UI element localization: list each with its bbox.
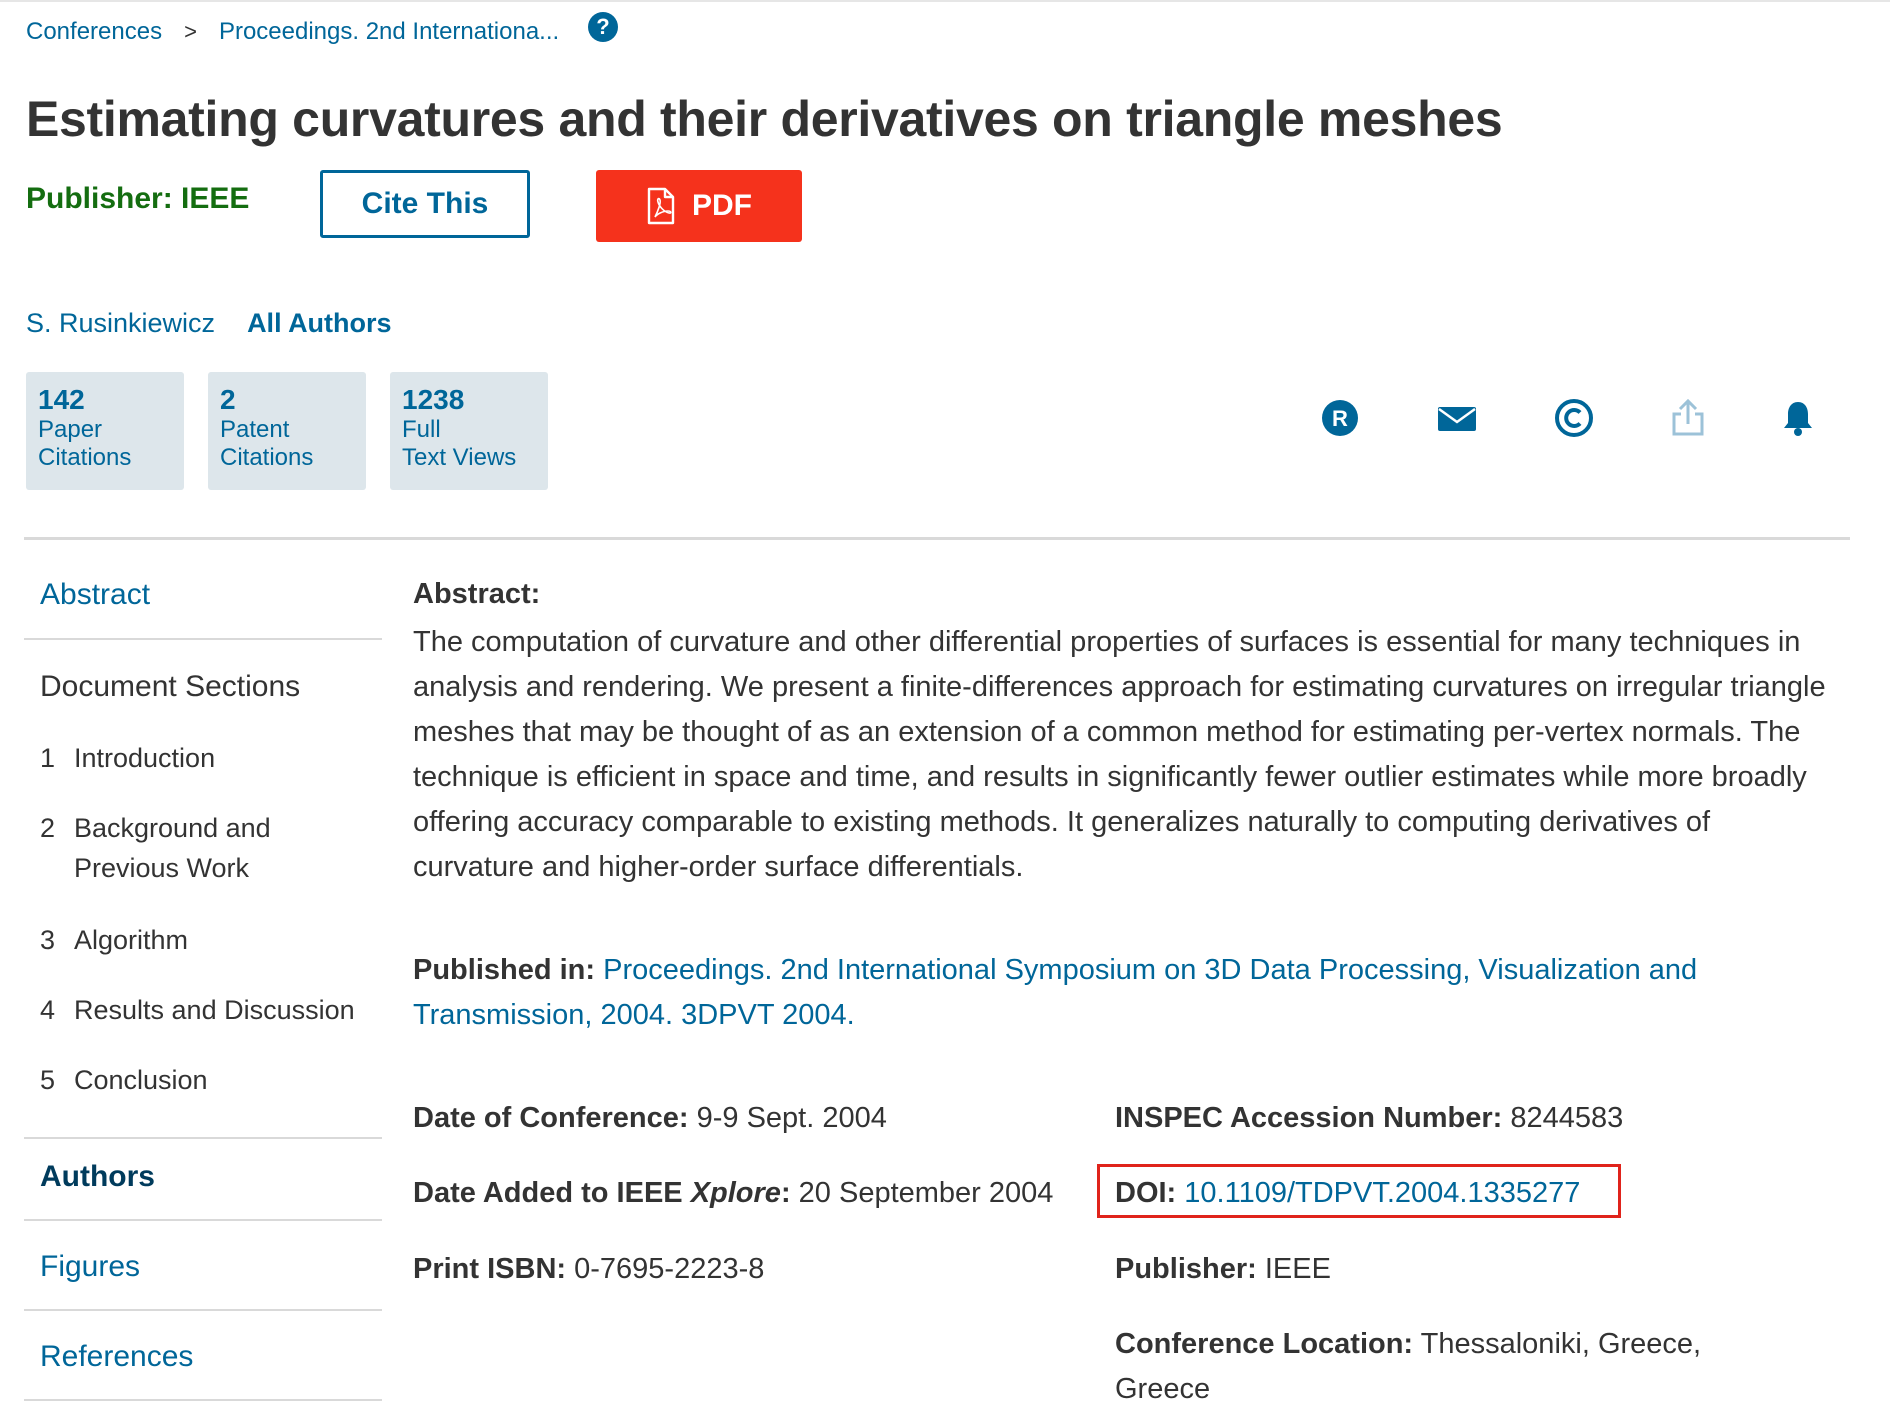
- date-added-to-xplore: Date Added to IEEE Xplore: 20 September …: [413, 1177, 1053, 1210]
- pdf-button[interactable]: PDF: [596, 170, 802, 242]
- section-title: Algorithm: [74, 925, 189, 955]
- pdf-file-icon: [647, 187, 675, 225]
- metric-patent-citations[interactable]: 2 Patent Citations: [208, 372, 366, 490]
- breadcrumb-separator: >: [184, 19, 197, 44]
- field-value: 0-7695-2223-8: [574, 1253, 765, 1285]
- field-label: INSPEC Accession Number:: [1115, 1102, 1503, 1134]
- metric-label-line2: Citations: [38, 444, 132, 471]
- section-title: Introduction: [74, 743, 216, 773]
- breadcrumb-proceedings[interactable]: Proceedings. 2nd Internationa...: [219, 18, 559, 46]
- copyright-icon[interactable]: [1554, 398, 1594, 438]
- metric-number: 1238: [402, 384, 465, 415]
- field-label: Conference Location:: [1115, 1328, 1414, 1360]
- section-number: 4: [40, 995, 56, 1025]
- section-title: Results and Discussion: [74, 995, 355, 1025]
- metrics-row: 142 Paper Citations 2 Patent Citations 1…: [26, 372, 548, 490]
- metric-number: 2: [220, 384, 236, 415]
- svg-text:R: R: [1332, 406, 1348, 431]
- sidebar-divider: [24, 1309, 382, 1311]
- sidebar-divider: [24, 1399, 382, 1401]
- field-value: IEEE: [1264, 1253, 1331, 1285]
- metric-label-line1: Full: [402, 416, 441, 443]
- sidebar-document-sections-heading: Document Sections: [40, 670, 301, 703]
- abstract-label: Abstract:: [413, 578, 541, 610]
- sidebar-figures-link[interactable]: Figures: [40, 1250, 140, 1284]
- breadcrumb-conferences[interactable]: Conferences: [26, 18, 162, 46]
- inspec-accession-number: INSPEC Accession Number: 8244583: [1115, 1102, 1623, 1135]
- question-circle-icon[interactable]: ?: [588, 12, 618, 42]
- email-icon[interactable]: [1436, 398, 1478, 438]
- pdf-button-label: PDF: [692, 189, 752, 222]
- metric-number: 142: [38, 384, 85, 415]
- sidebar-divider: [24, 638, 382, 640]
- sidebar-section-background[interactable]: 2 Background and Previous Work: [40, 808, 294, 888]
- published-in: Published in: Proceedings. 2nd Internati…: [413, 948, 1833, 1038]
- published-in-label: Published in:: [413, 954, 596, 986]
- breadcrumb: Conferences > Proceedings. 2nd Internati…: [26, 18, 559, 46]
- field-label: Print ISBN:: [413, 1253, 567, 1285]
- publisher-label: Publisher: IEEE: [26, 182, 250, 215]
- author-link[interactable]: S. Rusinkiewicz: [26, 308, 215, 339]
- section-number: 3: [40, 925, 56, 955]
- sidebar-section-results[interactable]: 4 Results and Discussion: [40, 990, 374, 1030]
- doi: DOI: 10.1109/TDPVT.2004.1335277: [1115, 1177, 1580, 1210]
- top-border: [0, 0, 1890, 2]
- publisher-detail: Publisher: IEEE: [1115, 1253, 1331, 1286]
- date-of-conference: Date of Conference: 9-9 Sept. 2004: [413, 1102, 887, 1135]
- sidebar-abstract-link[interactable]: Abstract: [40, 578, 150, 612]
- field-value: 20 September 2004: [798, 1177, 1054, 1209]
- sidebar-divider: [24, 1137, 382, 1139]
- published-in-link[interactable]: Proceedings. 2nd International Symposium…: [413, 954, 1697, 1031]
- authors-row: S. Rusinkiewicz All Authors: [26, 308, 392, 339]
- metric-label-line2: Citations: [220, 444, 314, 471]
- section-divider: [24, 537, 1850, 540]
- section-number: 5: [40, 1065, 56, 1095]
- metric-label-line1: Paper: [38, 416, 103, 443]
- sidebar-section-algorithm[interactable]: 3 Algorithm: [40, 920, 374, 960]
- field-label: Date of Conference:: [413, 1102, 689, 1134]
- alert-bell-icon[interactable]: [1778, 398, 1818, 438]
- sidebar-section-conclusion[interactable]: 5 Conclusion: [40, 1060, 374, 1100]
- conference-location-line2: Greece: [1115, 1373, 1211, 1405]
- section-number: 1: [40, 743, 56, 773]
- metric-full-text-views[interactable]: 1238 Full Text Views: [390, 372, 548, 490]
- abstract-text: The computation of curvature and other d…: [413, 626, 1826, 883]
- all-authors-link[interactable]: All Authors: [247, 308, 392, 339]
- sidebar-authors-link[interactable]: Authors: [40, 1160, 155, 1194]
- section-title: Conclusion: [74, 1065, 208, 1095]
- metric-label-line1: Patent: [220, 416, 290, 443]
- section-title: Background and Previous Work: [74, 813, 271, 883]
- field-label: DOI:: [1115, 1177, 1177, 1209]
- field-value: Thessaloniki, Greece,: [1420, 1328, 1702, 1360]
- print-isbn: Print ISBN: 0-7695-2223-8: [413, 1253, 764, 1286]
- page-title: Estimating curvatures and their derivati…: [26, 91, 1503, 147]
- conference-location: Conference Location: Thessaloniki, Greec…: [1115, 1328, 1701, 1361]
- field-label: Publisher:: [1115, 1253, 1257, 1285]
- sidebar-section-introduction[interactable]: 1 Introduction: [40, 738, 374, 778]
- rights-r-icon[interactable]: R: [1320, 398, 1360, 438]
- field-value: 8244583: [1510, 1102, 1624, 1134]
- sidebar-divider: [24, 1219, 382, 1221]
- sidebar-references-link[interactable]: References: [40, 1340, 193, 1374]
- section-number: 2: [40, 813, 56, 843]
- field-label: Date Added to IEEE Xplore:: [413, 1177, 791, 1209]
- metric-label-line2: Text Views: [402, 444, 517, 471]
- share-icon[interactable]: [1668, 398, 1708, 438]
- metric-paper-citations[interactable]: 142 Paper Citations: [26, 372, 184, 490]
- doi-link[interactable]: 10.1109/TDPVT.2004.1335277: [1184, 1177, 1580, 1209]
- field-value: 9-9 Sept. 2004: [696, 1102, 887, 1134]
- cite-this-button[interactable]: Cite This: [320, 170, 530, 238]
